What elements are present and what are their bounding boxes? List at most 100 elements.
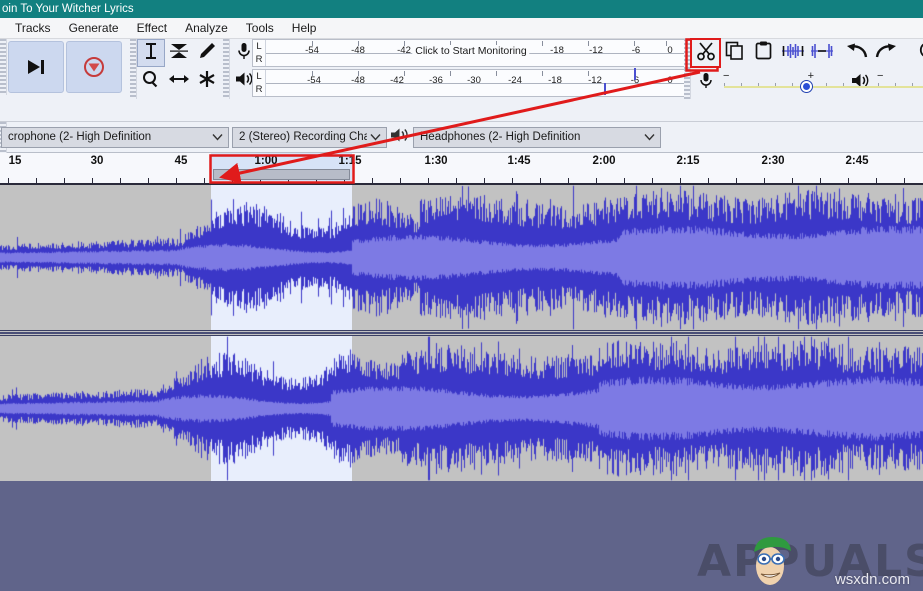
- draw-tool[interactable]: [193, 39, 221, 67]
- playback-meter-tick--54: -54: [307, 75, 321, 86]
- ruler-tick: [624, 178, 625, 183]
- ruler-label-2-00: 2:00: [592, 155, 615, 167]
- waveform-channel-right[interactable]: [0, 336, 923, 481]
- ruler-tick: [596, 178, 597, 183]
- start-monitoring-label[interactable]: Click to Start Monitoring: [412, 45, 529, 57]
- menu-item-analyze[interactable]: Analyze: [176, 19, 237, 38]
- window-title-bar: oin To Your Witcher Lyrics: [0, 0, 923, 18]
- ruler-tick: [204, 178, 205, 183]
- silence-selection-icon: [810, 42, 834, 65]
- recording-meter[interactable]: L R -54 -48 -42 -18: [252, 39, 692, 67]
- zoom-in-icon: [919, 41, 923, 65]
- timeline-quick-play-handle[interactable]: [213, 169, 350, 180]
- device-toolbar: crophone (2- High Definition 2 (Stereo) …: [0, 122, 923, 153]
- ruler-tick: [400, 178, 401, 183]
- playback-volume-slider[interactable]: −: [874, 69, 923, 97]
- silence-audio-button[interactable]: [807, 39, 836, 67]
- waveform-channel-left[interactable]: [0, 185, 923, 330]
- ruler-tick: [148, 178, 149, 183]
- ruler-tick: [36, 178, 37, 183]
- menu-item-help[interactable]: Help: [283, 19, 326, 38]
- recording-channels-select[interactable]: 2 (Stereo) Recording Chan: [232, 127, 387, 148]
- audacity-window: oin To Your Witcher Lyrics Tracks Genera…: [0, 0, 923, 591]
- recording-meter-tick-0: 0: [667, 45, 672, 56]
- ruler-tick: [708, 178, 709, 183]
- playback-meter-tick--12: -12: [588, 75, 602, 86]
- mixer-toolbar-grip[interactable]: [684, 69, 691, 99]
- transport-toolbar-grip[interactable]: [0, 39, 7, 95]
- playback-meter-scale: -54 -48 -42 -36 -30 -24 -18 -12 -6 0: [266, 70, 691, 96]
- undo-button[interactable]: [842, 39, 871, 67]
- ruler-tick: [848, 178, 849, 183]
- edit-toolbar-grip[interactable]: [684, 39, 691, 69]
- record-button[interactable]: [66, 41, 122, 93]
- recording-meter-left-label: L: [256, 41, 261, 52]
- recording-meter-tick--12: -12: [589, 45, 603, 56]
- playback-volume-minus-label: −: [877, 70, 883, 82]
- record-stop-icon: [83, 56, 105, 78]
- ruler-tick: [568, 178, 569, 183]
- menu-item-tracks[interactable]: Tracks: [6, 19, 60, 38]
- multi-tool[interactable]: [193, 67, 221, 95]
- track-panel-area: [0, 185, 923, 591]
- window-title: oin To Your Witcher Lyrics: [2, 3, 134, 15]
- playback-meter-tick--18: -18: [548, 75, 562, 86]
- cut-button[interactable]: [691, 39, 720, 67]
- ruler-label-45: 45: [175, 155, 188, 167]
- ruler-tick: [876, 178, 877, 183]
- ruler-label-1-00: 1:00: [254, 155, 277, 167]
- i-beam-icon: [143, 42, 159, 65]
- menu-item-tools[interactable]: Tools: [237, 19, 283, 38]
- chevron-down-icon: [641, 133, 658, 141]
- waveform-canvas-right[interactable]: [0, 336, 923, 481]
- tools-toolbar-grip[interactable]: [130, 39, 137, 99]
- recording-device-select[interactable]: crophone (2- High Definition: [1, 127, 229, 148]
- timeline-ruler[interactable]: 1530451:001:151:301:452:002:152:302:45: [0, 153, 923, 185]
- redo-arrow-icon: [875, 43, 897, 64]
- menu-bar: Tracks Generate Effect Analyze Tools Hel…: [0, 18, 923, 39]
- zoom-tool[interactable]: [137, 67, 165, 95]
- mixer-toolbar: − + −: [684, 69, 923, 99]
- ruler-label-1-45: 1:45: [507, 155, 530, 167]
- recording-volume-slider[interactable]: − +: [720, 69, 848, 97]
- copy-button[interactable]: [720, 39, 749, 67]
- playback-meter-tick--42: -42: [390, 75, 404, 86]
- playback-meter-channel-labels: L R: [253, 70, 266, 96]
- ruler-tick: [8, 178, 9, 183]
- menu-item-effect[interactable]: Effect: [128, 19, 176, 38]
- envelope-tool[interactable]: [165, 39, 193, 67]
- recording-volume-thumb[interactable]: [801, 81, 812, 92]
- zoom-in-button[interactable]: [914, 39, 923, 67]
- recording-volume-icon: [691, 69, 720, 97]
- redo-button[interactable]: [871, 39, 900, 67]
- speaker-icon: [235, 71, 254, 92]
- ruler-tick: [176, 178, 177, 183]
- trim-outside-icon: [781, 42, 805, 65]
- stereo-audio-track[interactable]: [0, 185, 923, 481]
- skip-to-end-button[interactable]: [8, 41, 64, 93]
- playback-meter[interactable]: L R -54 -48 -42 -36 -30: [252, 69, 692, 97]
- trim-audio-button[interactable]: [778, 39, 807, 67]
- ruler-tick: [792, 178, 793, 183]
- ruler-tick: [680, 178, 681, 183]
- playback-device-select[interactable]: Headphones (2- High Definition: [413, 127, 661, 148]
- waveform-canvas-left[interactable]: [0, 185, 923, 330]
- menu-item-generate[interactable]: Generate: [60, 19, 128, 38]
- pencil-icon: [198, 42, 216, 65]
- ruler-tick: [92, 178, 93, 183]
- recording-meter-tick--48: -48: [351, 45, 365, 56]
- recording-meter-right-label: R: [256, 54, 263, 65]
- ruler-tick: [64, 178, 65, 183]
- playback-meter-tick--24: -24: [508, 75, 522, 86]
- playback-meter-tick--36: -36: [429, 75, 443, 86]
- audio-setup-grip[interactable]: [223, 39, 230, 99]
- ruler-label-15: 15: [9, 155, 22, 167]
- recording-meter-scale: -54 -48 -42 -18 -12 -6 0 Click to Start …: [266, 40, 691, 66]
- skip-to-end-icon: [25, 57, 47, 77]
- paste-button[interactable]: [749, 39, 778, 67]
- edit-toolbar: [684, 39, 923, 69]
- clipboard-icon: [755, 41, 772, 65]
- ruler-label-1-30: 1:30: [424, 155, 447, 167]
- selection-tool[interactable]: [137, 39, 165, 67]
- time-shift-tool[interactable]: [165, 67, 193, 95]
